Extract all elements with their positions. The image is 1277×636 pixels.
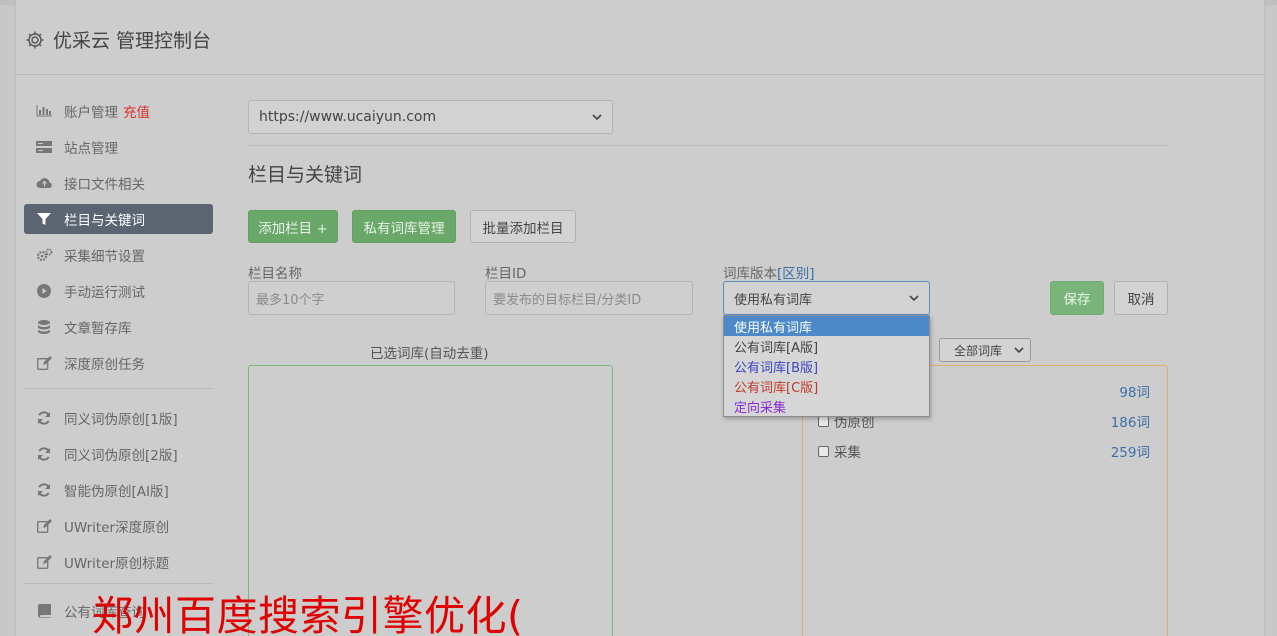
sidebar-item-label: 采集细节设置 <box>64 249 145 265</box>
chevron-down-icon <box>909 291 919 306</box>
library-version-select[interactable]: 使用私有词库 <box>723 281 930 315</box>
library-row-left: 采集 <box>818 441 861 461</box>
cancel-button[interactable]: 取消 <box>1114 281 1168 315</box>
server-icon <box>35 140 53 154</box>
dropdown-option[interactable]: 定向采集 <box>724 396 929 416</box>
dropdown-option[interactable]: 公有词库[C版] <box>724 376 929 396</box>
sidebar-item-label: UWriter深度原创 <box>64 520 170 536</box>
sidebar-item-account[interactable]: 账户管理 充值 <box>24 96 213 126</box>
sidebar-item-columns[interactable]: 栏目与关键词 <box>24 204 213 234</box>
main-content: https://www.ucaiyun.com 栏目与关键词 <box>248 100 1168 186</box>
batch-add-column-button[interactable]: 批量添加栏目 <box>470 210 576 243</box>
sidebar-item-sites[interactable]: 站点管理 <box>24 132 213 162</box>
sidebar-item-synonym-v1[interactable]: 同义词伪原创[1版] <box>24 403 213 433</box>
library-version-label: 词库版本[区别] <box>723 262 815 282</box>
section-divider <box>248 145 1168 146</box>
sidebar-item-uwriter-deep[interactable]: UWriter深度原创 <box>24 511 213 541</box>
library-count: 259词 <box>1110 445 1150 461</box>
dropdown-option[interactable]: 公有词库[A版] <box>724 336 929 356</box>
sidebar-item-label: 账户管理 <box>64 105 118 121</box>
header: 优采云 管理控制台 <box>15 5 1265 75</box>
column-id-input[interactable]: 要发布的目标栏目/分类ID <box>485 281 693 315</box>
sidebar-item-label: 接口文件相关 <box>64 177 145 193</box>
add-column-button[interactable]: 添加栏目 + <box>248 210 338 243</box>
book-icon <box>35 604 53 618</box>
edit-icon <box>35 356 53 370</box>
bar-chart-icon <box>35 104 53 118</box>
sidebar-item-label: 站点管理 <box>64 141 118 157</box>
library-count: 98词 <box>1119 385 1150 401</box>
sidebar-item-article-storage[interactable]: 文章暂存库 <box>24 312 213 342</box>
library-version-value: 使用私有词库 <box>734 292 813 308</box>
column-id-label: 栏目ID <box>485 266 527 282</box>
sidebar-item-manual-run[interactable]: 手动运行测试 <box>24 276 213 306</box>
sidebar-item-label: UWriter原创标题 <box>64 556 170 572</box>
save-button[interactable]: 保存 <box>1050 281 1104 315</box>
selected-library-caption: 已选词库(自动去重) <box>370 346 489 362</box>
cloud-upload-icon <box>35 176 53 190</box>
sidebar-item-label: 文章暂存库 <box>64 321 132 337</box>
play-circle-icon <box>35 284 53 298</box>
filter-icon <box>35 212 53 226</box>
sidebar-item-ai-rewrite[interactable]: 智能伪原创[AI版] <box>24 475 213 505</box>
watermark-text: 郑州百度搜索引擎优化( <box>92 592 524 636</box>
refresh-icon <box>35 411 53 425</box>
sidebar-item-label: 同义词伪原创[1版] <box>64 412 178 428</box>
chevron-down-icon <box>592 109 602 125</box>
refresh-icon <box>35 447 53 461</box>
sidebar-item-label: 栏目与关键词 <box>64 213 145 229</box>
sidebar-item-label: 手动运行测试 <box>64 285 145 301</box>
library-filter-value: 全部词库 <box>954 343 1003 358</box>
private-library-button[interactable]: 私有词库管理 <box>352 210 456 243</box>
database-icon <box>35 320 53 334</box>
gear-icon <box>25 30 45 50</box>
library-version-dropdown: 使用私有词库 公有词库[A版] 公有词库[B版] 公有词库[C版] 定向采集 <box>723 315 930 417</box>
sidebar-item-collect-settings[interactable]: 采集细节设置 <box>24 240 213 270</box>
sidebar-item-interface[interactable]: 接口文件相关 <box>24 168 213 198</box>
chevron-down-icon <box>1014 343 1024 357</box>
dropdown-option[interactable]: 使用私有词库 <box>724 316 929 336</box>
sidebar: 账户管理 充值 站点管理 接口文件相关 栏目与关键词 采集细节设置 手动运行测试… <box>24 96 213 632</box>
library-count: 186词 <box>1110 415 1150 431</box>
library-checkbox[interactable] <box>818 445 829 457</box>
edit-icon <box>35 519 53 533</box>
sidebar-item-label: 同义词伪原创[2版] <box>64 448 178 464</box>
dropdown-option[interactable]: 公有词库[B版] <box>724 356 929 376</box>
section-title: 栏目与关键词 <box>248 164 363 186</box>
column-name-label: 栏目名称 <box>248 266 302 282</box>
difference-link[interactable]: [区别] <box>777 266 815 282</box>
sidebar-item-label: 智能伪原创[AI版] <box>64 484 169 500</box>
sidebar-item-label: 深度原创任务 <box>64 357 145 373</box>
cogs-icon <box>35 248 53 262</box>
library-row[interactable]: 采集 259词 <box>818 441 1150 461</box>
edit-icon <box>35 555 53 569</box>
sidebar-item-deep-original[interactable]: 深度原创任务 <box>24 348 213 378</box>
column-name-input[interactable]: 最多10个字 <box>248 281 455 315</box>
site-select-value: https://www.ucaiyun.com <box>259 109 437 125</box>
library-checkbox[interactable] <box>818 415 829 427</box>
library-filter-select[interactable]: 全部词库 <box>939 338 1031 362</box>
sidebar-item-synonym-v2[interactable]: 同义词伪原创[2版] <box>24 439 213 469</box>
library-version-text: 词库版本 <box>723 266 777 282</box>
recharge-link[interactable]: 充值 <box>123 101 150 121</box>
refresh-icon <box>35 483 53 497</box>
sidebar-item-uwriter-title[interactable]: UWriter原创标题 <box>24 547 213 577</box>
sidebar-divider <box>24 388 213 389</box>
library-name: 采集 <box>834 445 861 461</box>
app-title: 优采云 管理控制台 <box>53 30 212 52</box>
site-select[interactable]: https://www.ucaiyun.com <box>248 100 613 134</box>
